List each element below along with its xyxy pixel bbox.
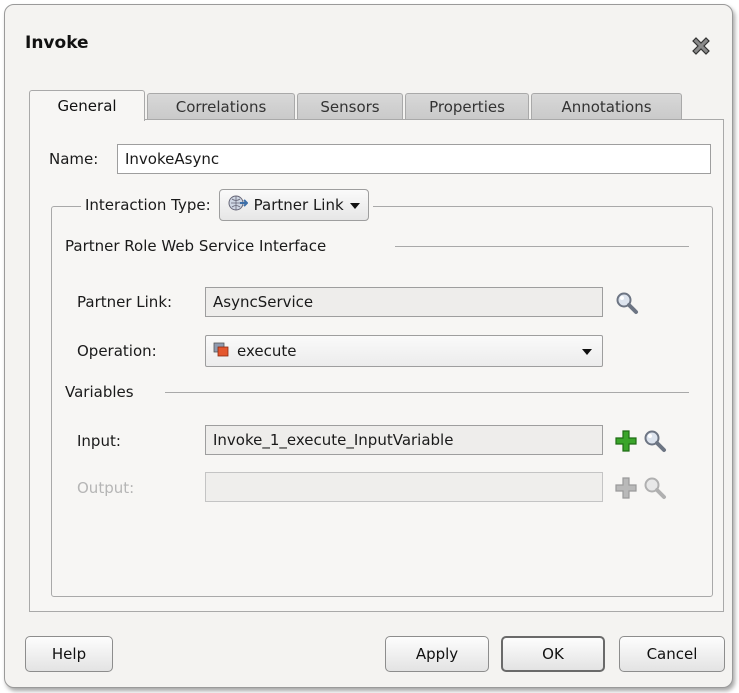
variables-separator xyxy=(165,392,689,393)
output-label: Output: xyxy=(77,479,135,497)
help-button-label: Help xyxy=(51,645,87,663)
partner-link-value: AsyncService xyxy=(213,293,314,311)
interaction-type-label: Interaction Type: xyxy=(85,196,211,214)
close-icon[interactable] xyxy=(689,34,713,58)
chevron-down-icon xyxy=(349,196,360,214)
operation-label: Operation: xyxy=(77,342,157,360)
input-variable-search-icon[interactable] xyxy=(642,428,668,454)
operation-icon xyxy=(213,341,231,361)
interaction-type-value: Partner Link xyxy=(253,196,344,214)
operation-dropdown[interactable]: execute xyxy=(205,335,603,367)
partner-link-label-text: Partner Link: xyxy=(77,293,173,311)
name-field[interactable]: InvokeAsync xyxy=(117,144,711,174)
apply-button-label: Apply xyxy=(415,645,459,663)
interaction-type-legend: Interaction Type: Partner Link xyxy=(81,188,373,222)
operation-selected: execute xyxy=(213,341,296,361)
chevron-down-icon xyxy=(582,342,592,360)
ok-button-label: OK xyxy=(542,645,564,663)
partner-role-separator xyxy=(395,246,689,247)
tab-sensors[interactable]: Sensors xyxy=(297,93,403,120)
add-input-variable-plus-icon[interactable] xyxy=(613,428,639,454)
partner-link-label: Partner Link: xyxy=(77,293,172,311)
tab-label: Annotations xyxy=(561,98,652,116)
input-label: Input: xyxy=(77,432,121,450)
partner-role-section-label: Partner Role Web Service Interface xyxy=(65,237,327,255)
apply-button[interactable]: Apply xyxy=(385,636,489,672)
partner-link-search-icon[interactable] xyxy=(614,290,640,316)
output-variable-search-icon xyxy=(642,475,668,501)
output-variable-field xyxy=(205,472,603,502)
cancel-button-label: Cancel xyxy=(646,645,698,663)
tab-label: General xyxy=(57,97,117,115)
add-output-variable-plus-icon xyxy=(613,475,639,501)
partner-link-icon xyxy=(228,193,249,217)
partner-link-field[interactable]: AsyncService xyxy=(205,287,603,317)
ok-button[interactable]: OK xyxy=(501,636,605,672)
tab-label: Sensors xyxy=(320,98,380,116)
interaction-type-dropdown[interactable]: Partner Link xyxy=(218,189,369,221)
input-variable-value: Invoke_1_execute_InputVariable xyxy=(213,431,454,449)
tab-general[interactable]: General xyxy=(29,90,145,121)
tab-correlations[interactable]: Correlations xyxy=(147,93,295,120)
name-label: Name: xyxy=(49,150,99,168)
variables-section-label: Variables xyxy=(65,383,134,401)
cancel-button[interactable]: Cancel xyxy=(619,636,725,672)
input-variable-field[interactable]: Invoke_1_execute_InputVariable xyxy=(205,425,603,455)
tab-annotations[interactable]: Annotations xyxy=(531,93,682,120)
help-button[interactable]: Help xyxy=(25,636,113,672)
tab-label: Properties xyxy=(429,98,505,116)
dialog-title: Invoke xyxy=(25,33,89,53)
tab-properties[interactable]: Properties xyxy=(405,93,529,120)
operation-value: execute xyxy=(237,342,297,360)
invoke-dialog: Invoke General Correlations Sensors Prop… xyxy=(4,4,733,688)
name-value: InvokeAsync xyxy=(125,150,220,168)
tab-label: Correlations xyxy=(175,98,267,116)
interaction-group xyxy=(51,206,713,597)
